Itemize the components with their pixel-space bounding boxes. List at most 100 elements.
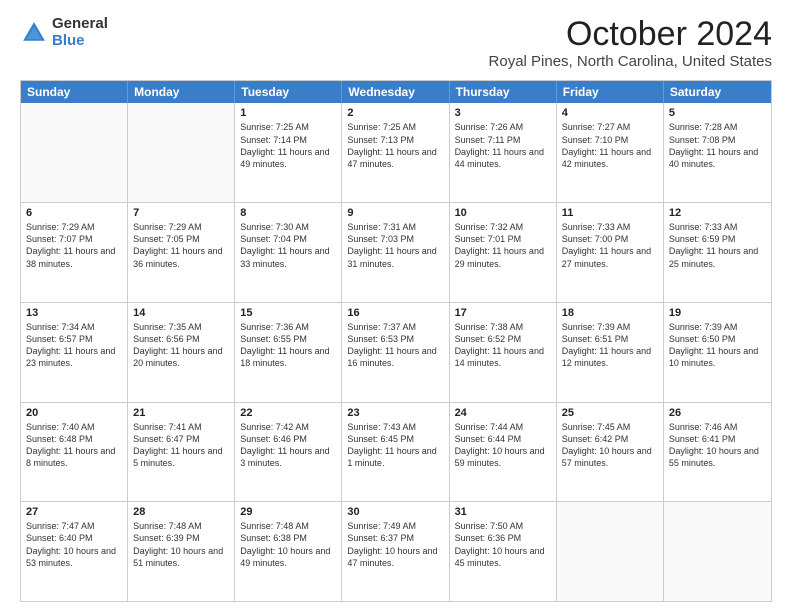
calendar-cell: 2 Sunrise: 7:25 AMSunset: 7:13 PMDaylight… [342, 103, 449, 202]
day-number: 12 [669, 207, 766, 219]
calendar-cell: 17 Sunrise: 7:38 AMSunset: 6:52 PMDayligh… [450, 303, 557, 402]
day-number: 17 [455, 307, 551, 319]
calendar-header-cell: Thursday [450, 81, 557, 103]
calendar-cell: 27 Sunrise: 7:47 AMSunset: 6:40 PMDayligh… [21, 502, 128, 601]
day-number: 11 [562, 207, 658, 219]
day-number: 14 [133, 307, 229, 319]
calendar-body: 1Sunrise: 7:25 AMSunset: 7:14 PMDaylight… [21, 103, 771, 601]
calendar-row: 20 Sunrise: 7:40 AMSunset: 6:48 PMDayligh… [21, 402, 771, 502]
calendar-row: 6 Sunrise: 7:29 AMSunset: 7:07 PMDaylight… [21, 202, 771, 302]
month-title: October 2024 [489, 16, 772, 53]
cell-info: Sunrise: 7:31 AMSunset: 7:03 PMDaylight:… [347, 221, 443, 270]
cell-info: Sunrise: 7:25 AMSunset: 7:13 PMDaylight:… [347, 121, 443, 170]
day-number: 21 [133, 407, 229, 419]
cell-info: Sunrise: 7:34 AMSunset: 6:57 PMDaylight:… [26, 321, 122, 370]
cell-info: Sunrise: 7:30 AMSunset: 7:04 PMDaylight:… [240, 221, 336, 270]
calendar-row: 13 Sunrise: 7:34 AMSunset: 6:57 PMDayligh… [21, 302, 771, 402]
day-number: 6 [26, 207, 122, 219]
day-number: 9 [347, 207, 443, 219]
header: General Blue October 2024 Royal Pines, N… [20, 16, 772, 70]
calendar-header-cell: Tuesday [235, 81, 342, 103]
calendar-cell: 20 Sunrise: 7:40 AMSunset: 6:48 PMDayligh… [21, 403, 128, 502]
cell-info: Sunrise: 7:33 AMSunset: 6:59 PMDaylight:… [669, 221, 766, 270]
calendar-cell [557, 502, 664, 601]
cell-info: Sunrise: 7:50 AMSunset: 6:36 PMDaylight:… [455, 520, 551, 569]
day-number: 5 [669, 107, 766, 119]
cell-info: Sunrise: 7:39 AMSunset: 6:50 PMDaylight:… [669, 321, 766, 370]
calendar-cell [21, 103, 128, 202]
day-number: 23 [347, 407, 443, 419]
calendar-cell [664, 502, 771, 601]
calendar-cell: 10Sunrise: 7:32 AMSunset: 7:01 PMDayligh… [450, 203, 557, 302]
cell-info: Sunrise: 7:48 AMSunset: 6:38 PMDaylight:… [240, 520, 336, 569]
calendar-cell: 23Sunrise: 7:43 AMSunset: 6:45 PMDayligh… [342, 403, 449, 502]
cell-info: Sunrise: 7:38 AMSunset: 6:52 PMDaylight:… [455, 321, 551, 370]
cell-info: Sunrise: 7:37 AMSunset: 6:53 PMDaylight:… [347, 321, 443, 370]
title-block: October 2024 Royal Pines, North Carolina… [489, 16, 772, 70]
day-number: 22 [240, 407, 336, 419]
calendar-header-cell: Monday [128, 81, 235, 103]
logo-general: General [52, 16, 108, 33]
cell-info: Sunrise: 7:42 AMSunset: 6:46 PMDaylight:… [240, 421, 336, 470]
cell-info: Sunrise: 7:49 AMSunset: 6:37 PMDaylight:… [347, 520, 443, 569]
cell-info: Sunrise: 7:40 AMSunset: 6:48 PMDaylight:… [26, 421, 122, 470]
day-number: 26 [669, 407, 766, 419]
day-number: 27 [26, 506, 122, 518]
day-number: 20 [26, 407, 122, 419]
calendar-cell: 25 Sunrise: 7:45 AMSunset: 6:42 PMDayligh… [557, 403, 664, 502]
calendar-cell: 9 Sunrise: 7:31 AMSunset: 7:03 PMDaylight… [342, 203, 449, 302]
cell-info: Sunrise: 7:39 AMSunset: 6:51 PMDaylight:… [562, 321, 658, 370]
calendar-cell: 12 Sunrise: 7:33 AMSunset: 6:59 PMDayligh… [664, 203, 771, 302]
day-number: 15 [240, 307, 336, 319]
day-number: 7 [133, 207, 229, 219]
calendar-cell: 19 Sunrise: 7:39 AMSunset: 6:50 PMDayligh… [664, 303, 771, 402]
calendar-cell: 13 Sunrise: 7:34 AMSunset: 6:57 PMDayligh… [21, 303, 128, 402]
calendar-cell: 11Sunrise: 7:33 AMSunset: 7:00 PMDayligh… [557, 203, 664, 302]
calendar-header-cell: Friday [557, 81, 664, 103]
cell-info: Sunrise: 7:28 AMSunset: 7:08 PMDaylight:… [669, 121, 766, 170]
cell-info: Sunrise: 7:45 AMSunset: 6:42 PMDaylight:… [562, 421, 658, 470]
day-number: 24 [455, 407, 551, 419]
logo-icon [20, 19, 48, 47]
calendar-cell [128, 103, 235, 202]
calendar-cell: 3Sunrise: 7:26 AMSunset: 7:11 PMDaylight… [450, 103, 557, 202]
day-number: 19 [669, 307, 766, 319]
cell-info: Sunrise: 7:29 AMSunset: 7:05 PMDaylight:… [133, 221, 229, 270]
day-number: 30 [347, 506, 443, 518]
logo-blue: Blue [52, 33, 108, 50]
day-number: 31 [455, 506, 551, 518]
calendar-cell: 18Sunrise: 7:39 AMSunset: 6:51 PMDayligh… [557, 303, 664, 402]
calendar-cell: 8 Sunrise: 7:30 AMSunset: 7:04 PMDaylight… [235, 203, 342, 302]
calendar-row: 27 Sunrise: 7:47 AMSunset: 6:40 PMDayligh… [21, 501, 771, 601]
day-number: 25 [562, 407, 658, 419]
calendar-cell: 26Sunrise: 7:46 AMSunset: 6:41 PMDayligh… [664, 403, 771, 502]
calendar-header: SundayMondayTuesdayWednesdayThursdayFrid… [21, 81, 771, 103]
day-number: 2 [347, 107, 443, 119]
calendar-cell: 29 Sunrise: 7:48 AMSunset: 6:38 PMDayligh… [235, 502, 342, 601]
location: Royal Pines, North Carolina, United Stat… [489, 53, 772, 70]
day-number: 3 [455, 107, 551, 119]
logo: General Blue [20, 16, 108, 49]
day-number: 13 [26, 307, 122, 319]
day-number: 8 [240, 207, 336, 219]
calendar-row: 1Sunrise: 7:25 AMSunset: 7:14 PMDaylight… [21, 103, 771, 202]
day-number: 29 [240, 506, 336, 518]
calendar-cell: 22 Sunrise: 7:42 AMSunset: 6:46 PMDayligh… [235, 403, 342, 502]
day-number: 1 [240, 107, 336, 119]
cell-info: Sunrise: 7:41 AMSunset: 6:47 PMDaylight:… [133, 421, 229, 470]
calendar-cell: 28Sunrise: 7:48 AMSunset: 6:39 PMDayligh… [128, 502, 235, 601]
calendar-page: General Blue October 2024 Royal Pines, N… [0, 0, 792, 612]
cell-info: Sunrise: 7:32 AMSunset: 7:01 PMDaylight:… [455, 221, 551, 270]
cell-info: Sunrise: 7:44 AMSunset: 6:44 PMDaylight:… [455, 421, 551, 470]
cell-info: Sunrise: 7:47 AMSunset: 6:40 PMDaylight:… [26, 520, 122, 569]
day-number: 28 [133, 506, 229, 518]
calendar-cell: 7 Sunrise: 7:29 AMSunset: 7:05 PMDaylight… [128, 203, 235, 302]
calendar-cell: 1Sunrise: 7:25 AMSunset: 7:14 PMDaylight… [235, 103, 342, 202]
calendar-cell: 4Sunrise: 7:27 AMSunset: 7:10 PMDaylight… [557, 103, 664, 202]
calendar-cell: 31 Sunrise: 7:50 AMSunset: 6:36 PMDayligh… [450, 502, 557, 601]
calendar-cell: 15Sunrise: 7:36 AMSunset: 6:55 PMDayligh… [235, 303, 342, 402]
calendar-cell: 30 Sunrise: 7:49 AMSunset: 6:37 PMDayligh… [342, 502, 449, 601]
calendar-cell: 14 Sunrise: 7:35 AMSunset: 6:56 PMDayligh… [128, 303, 235, 402]
cell-info: Sunrise: 7:29 AMSunset: 7:07 PMDaylight:… [26, 221, 122, 270]
cell-info: Sunrise: 7:35 AMSunset: 6:56 PMDaylight:… [133, 321, 229, 370]
